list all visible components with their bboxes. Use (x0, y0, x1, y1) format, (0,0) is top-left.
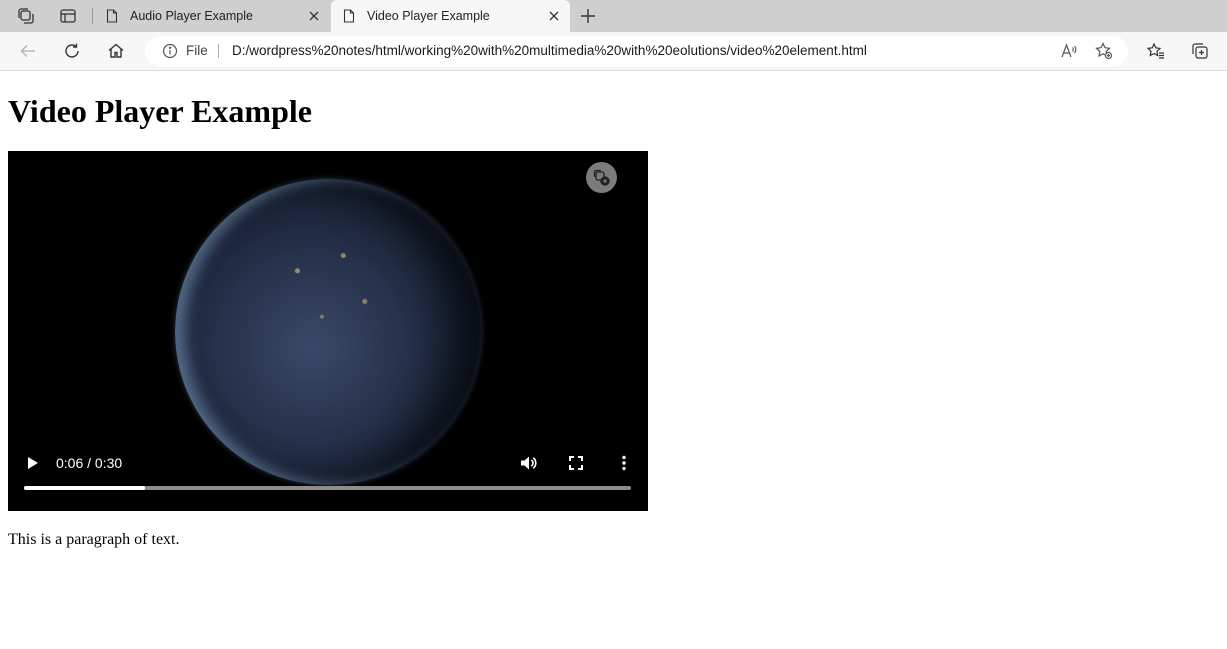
more-options-icon[interactable] (614, 453, 634, 473)
close-icon[interactable] (306, 8, 322, 24)
read-aloud-icon[interactable] (1060, 42, 1078, 60)
page-title: Video Player Example (8, 93, 312, 129)
workspaces-icon[interactable] (16, 6, 36, 26)
close-icon[interactable] (546, 8, 562, 24)
video-frame-earth (175, 179, 481, 485)
tab-title: Video Player Example (367, 9, 490, 23)
fullscreen-icon[interactable] (566, 453, 586, 473)
refresh-icon[interactable] (62, 41, 82, 61)
video-player[interactable]: 0:06 / 0:30 (8, 151, 648, 511)
home-icon[interactable] (106, 41, 126, 61)
address-scheme-label: File (186, 43, 208, 58)
info-icon[interactable] (162, 43, 178, 59)
add-favorite-icon[interactable] (1095, 42, 1113, 60)
paragraph-text: This is a paragraph of text. (8, 531, 180, 548)
play-icon[interactable] (24, 453, 42, 473)
favorites-icon[interactable] (1146, 41, 1166, 61)
volume-icon[interactable] (517, 453, 539, 473)
browser-toolbar: File D:/wordpress%20notes/html/working%2… (0, 32, 1227, 71)
page-icon (106, 9, 120, 23)
tab-actions-icon[interactable] (58, 6, 78, 26)
tab-separator (92, 8, 93, 24)
cast-icon[interactable] (586, 162, 617, 193)
address-bar[interactable]: File D:/wordpress%20notes/html/working%2… (145, 36, 1128, 66)
address-divider (218, 44, 219, 58)
video-progress-played (24, 486, 145, 490)
video-time-display: 0:06 / 0:30 (56, 455, 123, 471)
tab-title: Audio Player Example (130, 9, 253, 23)
back-arrow-icon[interactable] (18, 41, 38, 61)
new-tab-icon[interactable] (578, 6, 598, 26)
address-url[interactable]: D:/wordpress%20notes/html/working%20with… (232, 43, 867, 58)
page-icon (343, 9, 357, 23)
tab-strip: Audio Player Example Video Player Exampl… (0, 0, 1227, 32)
collections-icon[interactable] (1190, 41, 1210, 61)
tab-audio-player[interactable]: Audio Player Example (94, 0, 330, 32)
tab-video-player[interactable]: Video Player Example (331, 0, 570, 32)
